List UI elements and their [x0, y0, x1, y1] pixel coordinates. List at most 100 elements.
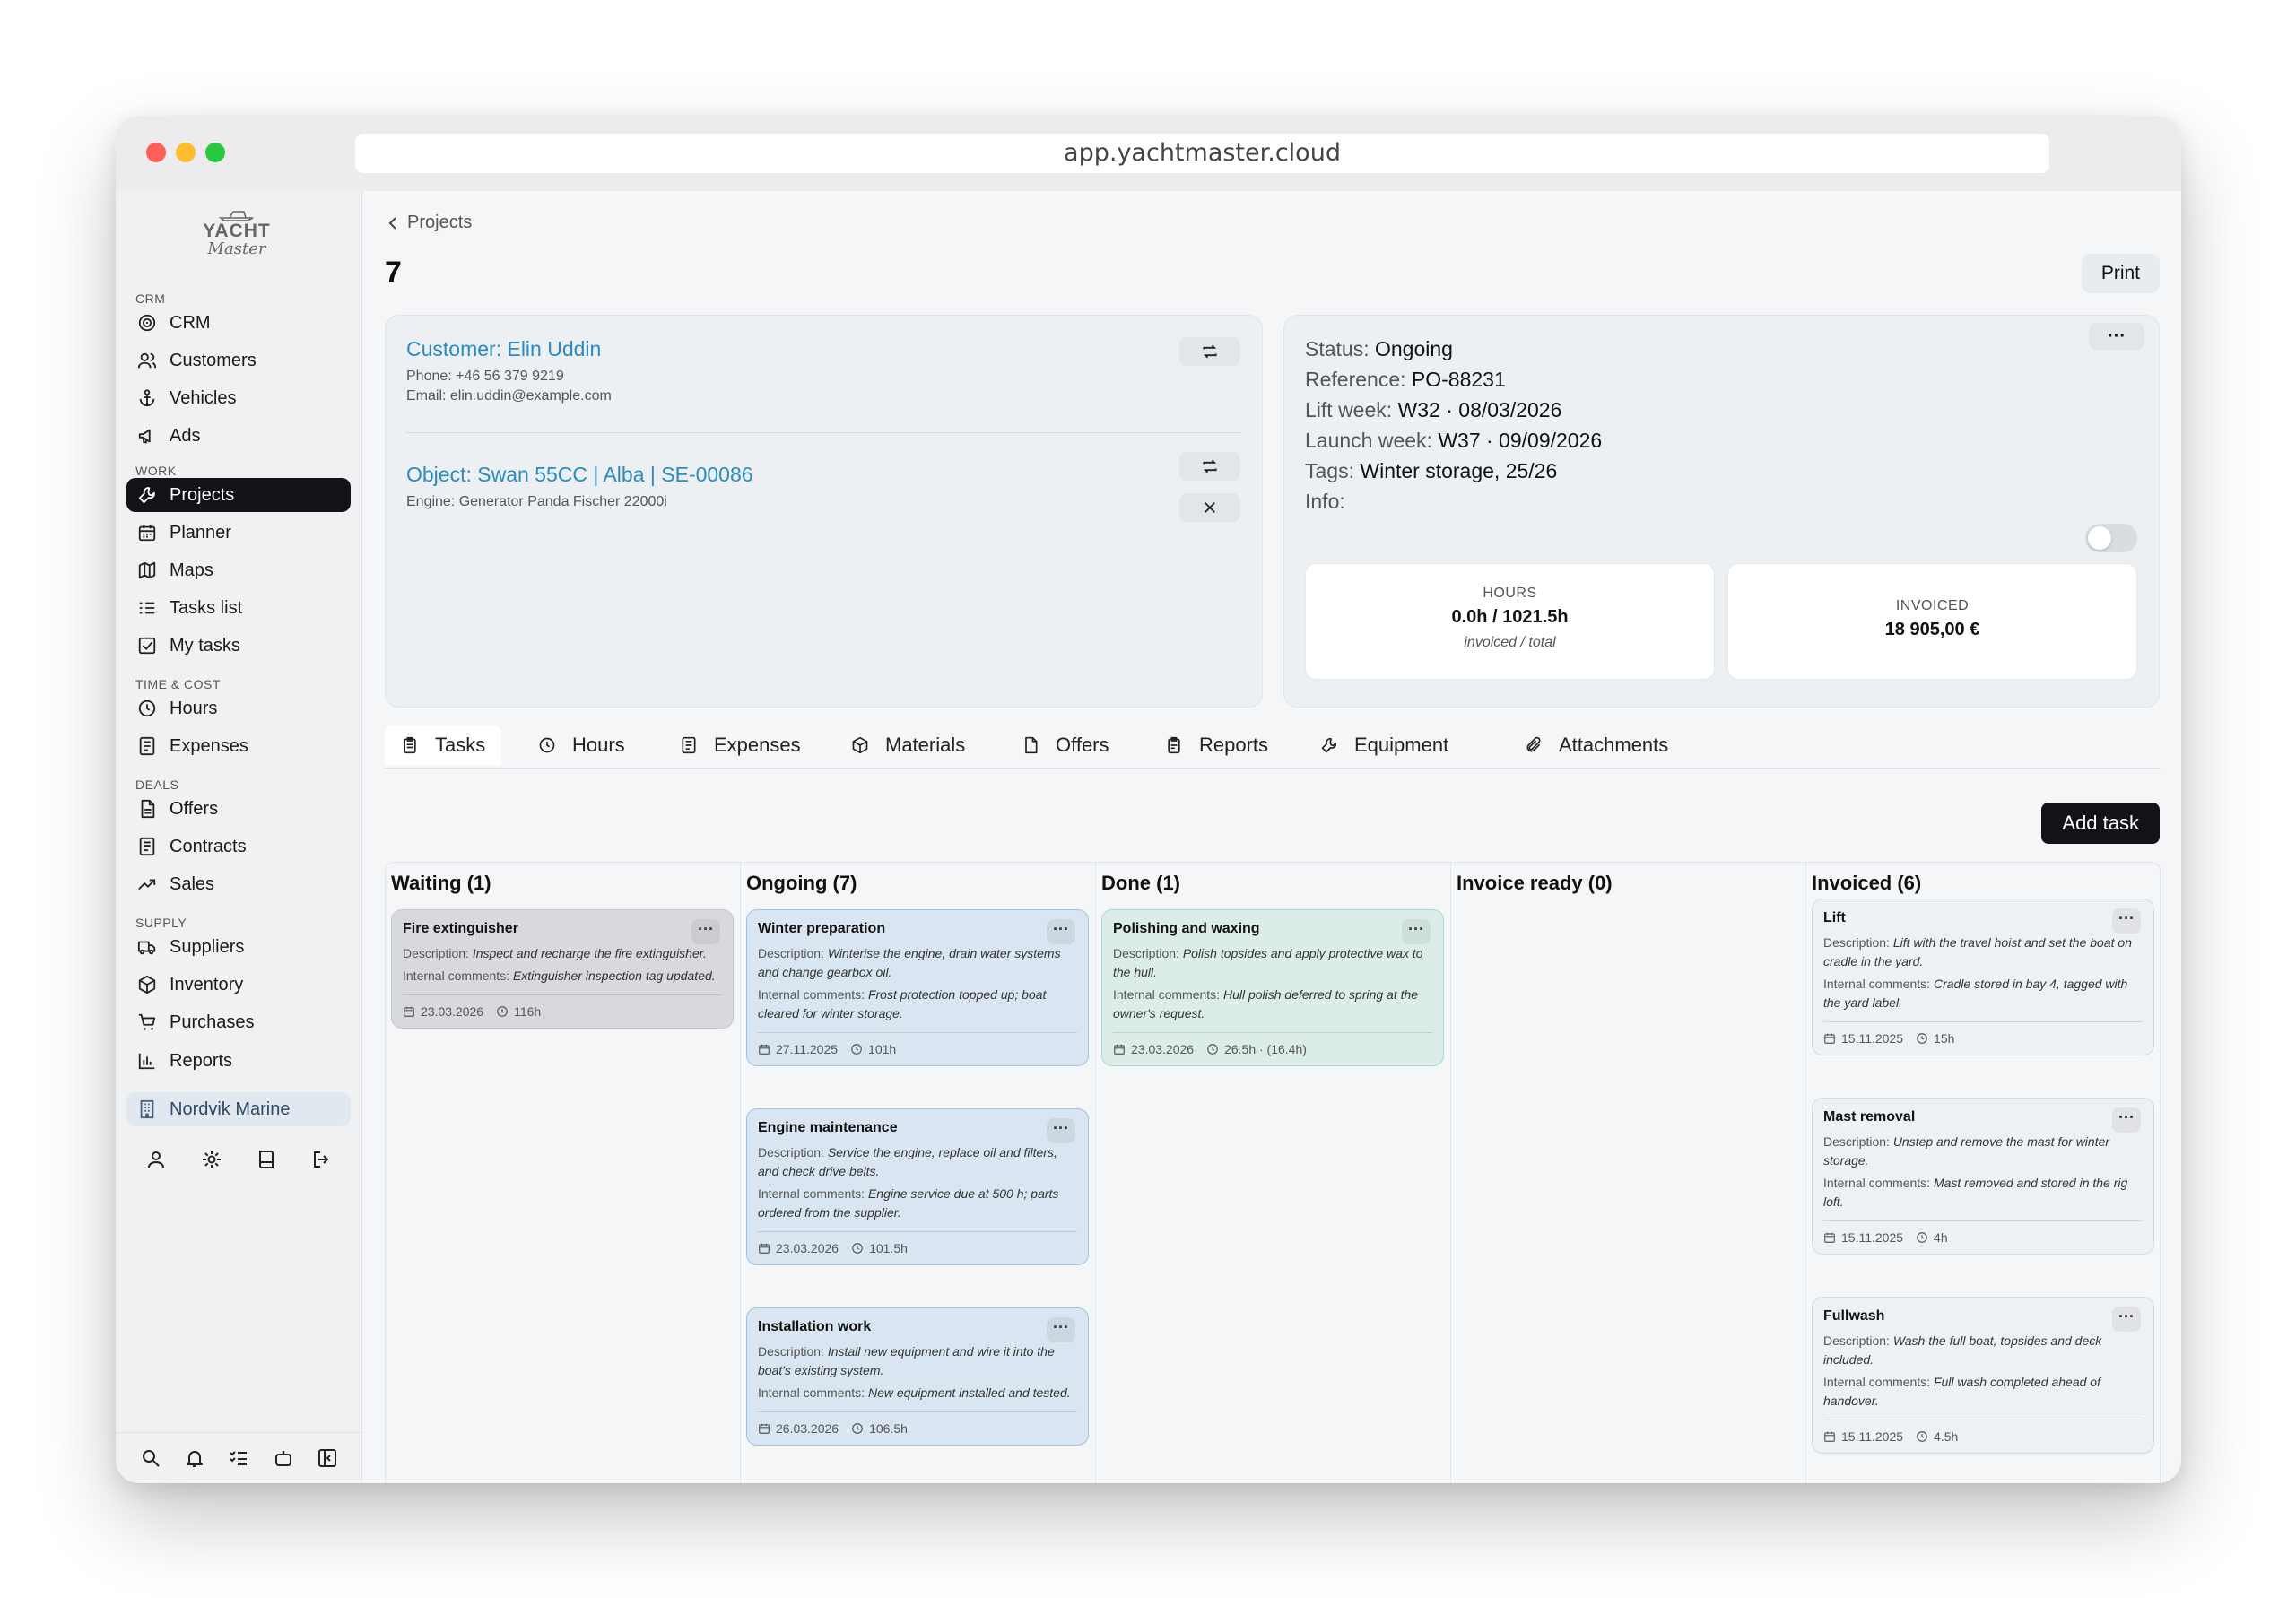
- robot-icon[interactable]: [273, 1447, 294, 1469]
- paperclip-icon: [1526, 736, 1541, 752]
- sidebar-item-maps[interactable]: Maps: [126, 553, 351, 587]
- toggle-knob: [2088, 526, 2111, 550]
- receipt-icon: [139, 736, 155, 756]
- calendar-icon: [1824, 1033, 1835, 1044]
- card-meta: 26.03.2026 106.5h: [758, 1411, 1077, 1436]
- tab-hours[interactable]: Hours: [522, 725, 641, 765]
- task-card[interactable]: Engine maintenance ··· Description: Serv…: [746, 1108, 1089, 1265]
- task-card[interactable]: Mast removal ··· Description: Unstep and…: [1812, 1098, 2154, 1255]
- card-menu-button[interactable]: ···: [1047, 919, 1075, 944]
- tab-equipment[interactable]: Equipment: [1304, 725, 1465, 765]
- card-menu-button[interactable]: ···: [1047, 1118, 1075, 1143]
- sidebar-item-expenses[interactable]: Expenses: [126, 729, 351, 763]
- yachtmaster-logo[interactable]: YACHT Master: [187, 204, 286, 261]
- card-menu-button[interactable]: ···: [1402, 919, 1431, 944]
- browser-window: app.yachtmaster.cloud YACHT Master CRM C…: [116, 116, 2181, 1483]
- print-button[interactable]: Print: [2081, 254, 2160, 293]
- sidebar-item-tasks-list[interactable]: Tasks list: [126, 591, 351, 625]
- tab-expenses[interactable]: Expenses: [664, 725, 817, 765]
- card-menu-button[interactable]: ···: [2112, 1307, 2141, 1332]
- chevron-left-icon: [388, 216, 396, 230]
- card-meta: 15.11.2025 15h: [1823, 1021, 2143, 1046]
- column-title: Ongoing (7): [746, 872, 857, 894]
- tab-materials[interactable]: Materials: [835, 725, 981, 765]
- card-menu-button[interactable]: ···: [1047, 1317, 1075, 1342]
- reference-value: PO-88231: [1411, 368, 1506, 391]
- section-label-supply: SUPPLY: [135, 916, 187, 930]
- clock-icon: [852, 1423, 863, 1434]
- sidebar-item-offers[interactable]: Offers: [126, 792, 351, 826]
- footer-tools: [116, 1447, 362, 1469]
- task-card[interactable]: Fire extinguisher ··· Description: Inspe…: [391, 909, 734, 1029]
- sidebar-item-sales[interactable]: Sales: [126, 867, 351, 901]
- tab-attachments[interactable]: Attachments: [1509, 725, 1684, 765]
- calendar-icon: [759, 1044, 770, 1055]
- tab-tasks[interactable]: Tasks: [385, 725, 502, 765]
- bell-icon[interactable]: [184, 1447, 205, 1469]
- profile-icon[interactable]: [145, 1149, 167, 1170]
- tags-value: Winter storage, 25/26: [1360, 459, 1558, 482]
- task-card[interactable]: Lift ··· Description: Lift with the trav…: [1812, 899, 2154, 1055]
- sidebar-item-suppliers[interactable]: Suppliers: [126, 930, 351, 964]
- add-task-button[interactable]: Add task: [2041, 803, 2160, 844]
- sidebar-item-reports[interactable]: Reports: [126, 1044, 351, 1078]
- sidebar-item-inventory[interactable]: Inventory: [126, 968, 351, 1002]
- maximize-window-button[interactable]: [205, 143, 225, 162]
- sidebar-item-my-tasks[interactable]: My tasks: [126, 629, 351, 663]
- book-icon[interactable]: [256, 1149, 277, 1170]
- organization-switcher[interactable]: Nordvik Marine: [126, 1092, 351, 1126]
- search-icon[interactable]: [140, 1447, 161, 1469]
- sidebar-item-contracts[interactable]: Contracts: [126, 829, 351, 864]
- card-menu-button[interactable]: ···: [2112, 1107, 2141, 1133]
- section-label-crm: CRM: [135, 291, 166, 306]
- sidebar-item-hours[interactable]: Hours: [126, 691, 351, 725]
- object-link[interactable]: Object: Swan 55CC | Alba | SE-00086: [406, 463, 753, 487]
- column-title: Invoiced (6): [1812, 872, 1922, 894]
- tab-offers[interactable]: Offers: [1005, 725, 1126, 765]
- column-done: Done (1) Polishing and waxing ··· Descri…: [1096, 863, 1451, 1483]
- swap-customer-button[interactable]: [1179, 337, 1240, 366]
- bar-chart-icon: [138, 1053, 155, 1070]
- task-card[interactable]: Polishing and waxing ··· Description: Po…: [1101, 909, 1444, 1066]
- box-icon: [852, 736, 868, 754]
- customer-link[interactable]: Customer: Elin Uddin: [406, 337, 612, 361]
- task-card[interactable]: Installation work ··· Description: Insta…: [746, 1307, 1089, 1446]
- megaphone-icon: [138, 429, 151, 444]
- calendar-icon: [1824, 1232, 1835, 1243]
- sidebar-item-vehicles[interactable]: Vehicles: [126, 381, 351, 415]
- minimize-window-button[interactable]: [176, 143, 196, 162]
- sidebar-item-projects[interactable]: Projects: [126, 478, 351, 512]
- checklist-icon[interactable]: [228, 1447, 249, 1469]
- close-window-button[interactable]: [146, 143, 166, 162]
- sidebar-item-ads[interactable]: Ads: [126, 419, 351, 453]
- logout-icon[interactable]: [311, 1149, 333, 1170]
- wrench-icon: [138, 487, 155, 504]
- truck-icon: [137, 941, 156, 955]
- contract-icon: [139, 837, 155, 856]
- sidebar-item-planner[interactable]: Planner: [126, 516, 351, 550]
- collapse-sidebar-icon[interactable]: [317, 1447, 338, 1469]
- info-label: Info:: [1305, 490, 1345, 513]
- column-title: Done (1): [1101, 872, 1180, 894]
- receipt-icon: [682, 736, 696, 754]
- launch-week-value: W37 · 09/09/2026: [1438, 429, 1603, 452]
- document-icon: [141, 799, 155, 819]
- breadcrumb[interactable]: Projects: [387, 213, 472, 233]
- remove-object-button[interactable]: [1179, 493, 1240, 522]
- card-menu-button[interactable]: ···: [2112, 908, 2141, 934]
- sidebar-item-purchases[interactable]: Purchases: [126, 1005, 351, 1039]
- sidebar-item-customers[interactable]: Customers: [126, 343, 351, 378]
- clock-icon: [1917, 1431, 1927, 1442]
- task-card[interactable]: Winter preparation ··· Description: Wint…: [746, 909, 1089, 1066]
- card-meta: 23.03.2026 101.5h: [758, 1231, 1077, 1255]
- card-menu-button[interactable]: ···: [691, 919, 720, 944]
- sidebar-item-crm[interactable]: CRM: [126, 306, 351, 340]
- calendar-icon: [759, 1243, 770, 1254]
- project-more-button[interactable]: ···: [2089, 323, 2144, 350]
- address-bar[interactable]: app.yachtmaster.cloud: [355, 134, 2049, 173]
- tab-reports[interactable]: Reports: [1149, 725, 1284, 765]
- info-toggle[interactable]: [2085, 524, 2137, 552]
- settings-icon[interactable]: [201, 1149, 222, 1170]
- task-card[interactable]: Fullwash ··· Description: Wash the full …: [1812, 1297, 2154, 1454]
- swap-object-button[interactable]: [1179, 452, 1240, 481]
